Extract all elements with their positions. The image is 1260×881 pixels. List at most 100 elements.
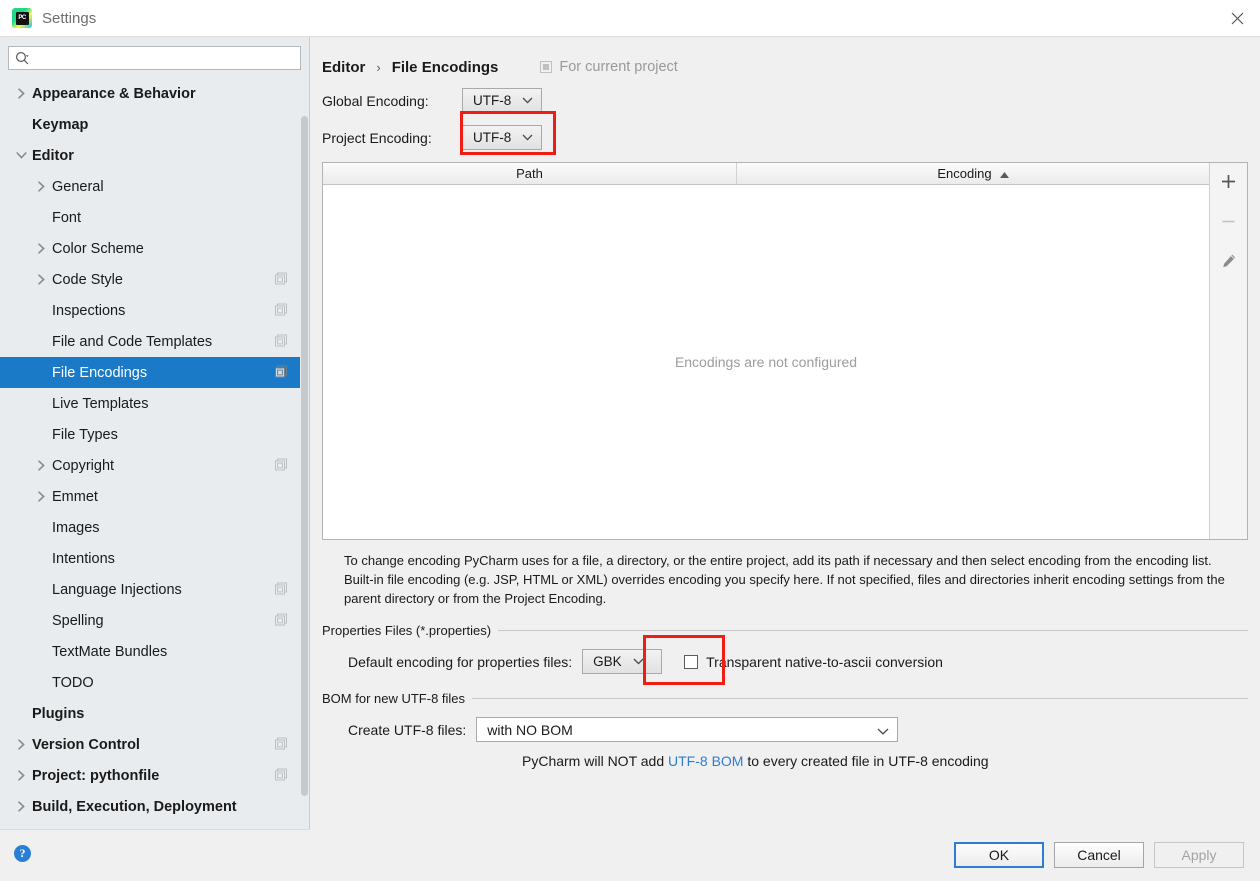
sidebar-item-editor[interactable]: Editor bbox=[0, 140, 309, 171]
sidebar-item-intentions[interactable]: Intentions bbox=[0, 543, 309, 574]
sidebar-item-label: Appearance & Behavior bbox=[32, 85, 196, 102]
help-icon[interactable]: ? bbox=[14, 845, 31, 862]
sidebar-item-label: General bbox=[52, 178, 104, 195]
sidebar-item-label: Build, Execution, Deployment bbox=[32, 798, 237, 815]
create-utf8-row: Create UTF-8 files: with NO BOM bbox=[348, 717, 1248, 742]
sidebar-item-file-and-code-templates[interactable]: File and Code Templates bbox=[0, 326, 309, 357]
sidebar-item-spelling[interactable]: Spelling bbox=[0, 605, 309, 636]
sidebar-item-keymap[interactable]: Keymap bbox=[0, 109, 309, 140]
sidebar-item-file-encodings[interactable]: File Encodings bbox=[0, 357, 309, 388]
breadcrumb: Editor › File Encodings For current proj… bbox=[322, 50, 1248, 84]
dialog-footer: OK Cancel Apply bbox=[310, 829, 1260, 881]
ok-button[interactable]: OK bbox=[954, 842, 1044, 868]
sidebar-item-label: Color Scheme bbox=[52, 240, 144, 257]
search-input[interactable] bbox=[34, 51, 294, 65]
sidebar-item-build-execution-deployment[interactable]: Build, Execution, Deployment bbox=[0, 791, 309, 822]
bom-note: PyCharm will NOT add UTF-8 BOM to every … bbox=[348, 753, 1248, 769]
sidebar-item-code-style[interactable]: Code Style bbox=[0, 264, 309, 295]
column-header-path[interactable]: Path bbox=[323, 163, 737, 184]
properties-encoding-dropdown[interactable]: GBK bbox=[582, 649, 663, 674]
remove-encoding-button[interactable] bbox=[1216, 209, 1242, 233]
project-scope-icon bbox=[275, 272, 287, 287]
chevron-right-icon[interactable] bbox=[30, 491, 52, 502]
column-header-encoding-label: Encoding bbox=[937, 166, 992, 181]
bom-note-prefix: PyCharm will NOT add bbox=[522, 753, 669, 769]
chevron-down-icon bbox=[877, 722, 889, 738]
sidebar-item-plugins[interactable]: Plugins bbox=[0, 698, 309, 729]
utf8-bom-link[interactable]: UTF-8 BOM bbox=[668, 753, 743, 769]
chevron-right-icon[interactable] bbox=[10, 88, 32, 99]
sidebar-item-label: File Encodings bbox=[52, 364, 148, 381]
sidebar-item-general[interactable]: General bbox=[0, 171, 309, 202]
chevron-right-icon[interactable] bbox=[30, 181, 52, 192]
sidebar-item-label: Spelling bbox=[52, 612, 104, 629]
settings-tree-rows: Appearance & Behavior Keymap Editor General… bbox=[0, 78, 309, 822]
search-box[interactable] bbox=[8, 46, 301, 70]
sidebar-item-copyright[interactable]: Copyright bbox=[0, 450, 309, 481]
create-utf8-dropdown[interactable]: with NO BOM bbox=[476, 717, 899, 742]
sidebar-item-inspections[interactable]: Inspections bbox=[0, 295, 309, 326]
chevron-right-icon[interactable] bbox=[10, 801, 32, 812]
sidebar-item-version-control[interactable]: Version Control bbox=[0, 729, 309, 760]
create-utf8-label: Create UTF-8 files: bbox=[348, 721, 467, 738]
sidebar-item-label: Inspections bbox=[52, 302, 126, 319]
transparent-native-to-ascii-checkbox[interactable]: Transparent native-to-ascii conversion bbox=[684, 654, 943, 670]
encodings-description: To change encoding PyCharm uses for a fi… bbox=[344, 553, 1225, 606]
breadcrumb-separator-icon: › bbox=[376, 59, 381, 75]
project-scope-icon bbox=[540, 61, 553, 73]
properties-group-header: Properties Files (*.properties) bbox=[322, 622, 1248, 638]
sidebar-search-area bbox=[0, 37, 309, 78]
sidebar-item-live-templates[interactable]: Live Templates bbox=[0, 388, 309, 419]
sidebar-item-label: Version Control bbox=[32, 736, 140, 753]
sidebar-item-todo[interactable]: TODO bbox=[0, 667, 309, 698]
global-encoding-label: Global Encoding: bbox=[322, 92, 429, 109]
cancel-button[interactable]: Cancel bbox=[1054, 842, 1144, 868]
sidebar-item-font[interactable]: Font bbox=[0, 202, 309, 233]
sidebar-item-appearance-behavior[interactable]: Appearance & Behavior bbox=[0, 78, 309, 109]
apply-button[interactable]: Apply bbox=[1154, 842, 1244, 868]
project-encoding-dropdown[interactable]: UTF-8 bbox=[462, 125, 542, 150]
sidebar-item-label: Plugins bbox=[32, 705, 85, 722]
project-scope-icon bbox=[275, 458, 287, 473]
chevron-right-icon[interactable] bbox=[10, 770, 32, 781]
sidebar-item-file-types[interactable]: File Types bbox=[0, 419, 309, 450]
project-scope-icon bbox=[275, 613, 287, 628]
sidebar-item-emmet[interactable]: Emmet bbox=[0, 481, 309, 512]
window-title: Settings bbox=[42, 9, 97, 27]
breadcrumb-root[interactable]: Editor bbox=[322, 59, 365, 76]
sidebar-item-label: Live Templates bbox=[52, 395, 149, 412]
sidebar-scrollbar-thumb[interactable] bbox=[301, 116, 308, 796]
sidebar-item-images[interactable]: Images bbox=[0, 512, 309, 543]
chevron-right-icon[interactable] bbox=[10, 739, 32, 750]
encodings-table-main: Path Encoding Encodings are not configur… bbox=[323, 163, 1209, 539]
search-icon bbox=[15, 51, 29, 64]
sidebar-item-label: Emmet bbox=[52, 488, 98, 505]
add-encoding-button[interactable] bbox=[1216, 169, 1242, 193]
encodings-table: Path Encoding Encodings are not configur… bbox=[322, 162, 1248, 540]
sidebar-item-label: Copyright bbox=[52, 457, 115, 474]
chevron-right-icon[interactable] bbox=[30, 243, 52, 254]
chevron-right-icon[interactable] bbox=[30, 460, 52, 471]
title-bar: PC Settings bbox=[0, 0, 1260, 37]
sidebar-scrollbar-track[interactable] bbox=[300, 78, 309, 829]
dialog-body: Appearance & Behavior Keymap Editor General… bbox=[0, 37, 1260, 829]
sidebar-item-color-scheme[interactable]: Color Scheme bbox=[0, 233, 309, 264]
breadcrumb-leaf: File Encodings bbox=[391, 58, 499, 76]
project-scope-icon bbox=[275, 582, 287, 597]
column-header-encoding[interactable]: Encoding bbox=[737, 163, 1209, 184]
properties-encoding-value: GBK bbox=[593, 654, 622, 669]
sidebar-item-textmate-bundles[interactable]: TextMate Bundles bbox=[0, 636, 309, 667]
sidebar-item-label: Keymap bbox=[32, 116, 89, 133]
project-encoding-label: Project Encoding: bbox=[322, 129, 432, 146]
global-encoding-value: UTF-8 bbox=[473, 93, 512, 108]
sidebar-item-project-pythonfile[interactable]: Project: pythonfile bbox=[0, 760, 309, 791]
edit-encoding-button[interactable] bbox=[1216, 249, 1242, 273]
sidebar-item-label: File and Code Templates bbox=[52, 333, 213, 350]
global-encoding-dropdown[interactable]: UTF-8 bbox=[462, 88, 542, 113]
sidebar-item-language-injections[interactable]: Language Injections bbox=[0, 574, 309, 605]
chevron-down-icon[interactable] bbox=[10, 151, 32, 160]
close-icon[interactable] bbox=[1214, 0, 1260, 36]
chevron-right-icon[interactable] bbox=[30, 274, 52, 285]
group-divider bbox=[498, 629, 1248, 631]
project-scope-icon bbox=[275, 303, 287, 318]
